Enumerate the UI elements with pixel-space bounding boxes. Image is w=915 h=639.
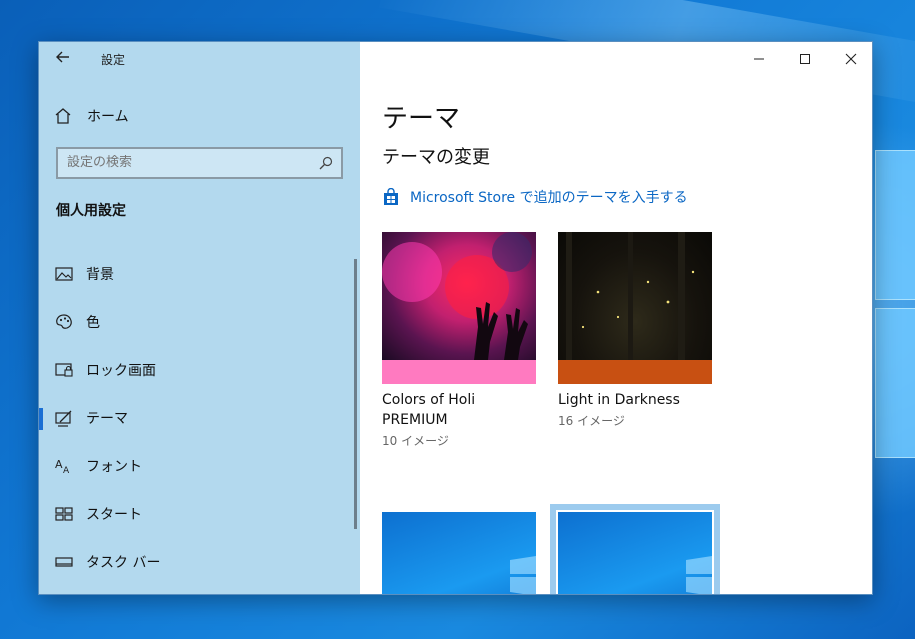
home-label: ホーム bbox=[87, 109, 129, 125]
section-title: 個人用設定 bbox=[56, 203, 126, 219]
theme-brush-icon bbox=[54, 408, 74, 428]
lock-screen-icon bbox=[54, 360, 74, 380]
start-icon bbox=[54, 504, 74, 524]
store-link[interactable]: Microsoft Store で追加のテーマを入手する bbox=[382, 187, 688, 207]
sidebar-item-background[interactable]: 背景 bbox=[39, 250, 360, 298]
theme-name: Light in Darkness bbox=[558, 392, 680, 408]
sidebar-item-label: テーマ bbox=[86, 411, 128, 427]
theme-card-light-in-darkness[interactable]: Light in Darkness 16 イメージ bbox=[558, 232, 712, 429]
page-title: テーマ bbox=[382, 104, 461, 134]
sidebar-item-fonts[interactable]: AA フォント bbox=[39, 442, 360, 490]
sidebar-item-theme[interactable]: テーマ bbox=[39, 394, 360, 442]
theme-thumbnail bbox=[558, 512, 712, 594]
maximize-button[interactable] bbox=[782, 42, 828, 76]
store-bag-icon bbox=[382, 187, 400, 206]
theme-thumbnail bbox=[382, 232, 536, 360]
page-subtitle: テーマの変更 bbox=[382, 147, 490, 168]
sidebar-item-color[interactable]: 色 bbox=[39, 298, 360, 346]
maximize-icon bbox=[800, 54, 810, 64]
theme-card-holi[interactable]: Colors of Holi PREMIUM 10 イメージ bbox=[382, 232, 536, 449]
sidebar-nav: 背景 色 ロック画面 テーマ A A フォント スタート タスク バー bbox=[39, 250, 360, 586]
sidebar-item-label: フォント bbox=[86, 459, 142, 475]
minimize-button[interactable] bbox=[736, 42, 782, 76]
back-button[interactable] bbox=[53, 49, 73, 69]
app-title: 設定 bbox=[101, 53, 126, 67]
svg-text:A: A bbox=[55, 458, 63, 471]
sidebar-item-taskbar[interactable]: タスク バー bbox=[39, 538, 360, 586]
sidebar-item-label: ロック画面 bbox=[86, 363, 156, 379]
store-link-label: Microsoft Store で追加のテーマを入手する bbox=[410, 190, 688, 206]
theme-thumbnail bbox=[382, 512, 536, 594]
sidebar-item-lock-screen[interactable]: ロック画面 bbox=[39, 346, 360, 394]
search-icon[interactable] bbox=[318, 155, 334, 171]
font-icon: AA bbox=[54, 456, 74, 476]
main-content: テーマ テーマの変更 Microsoft Store で追加のテーマを入手する bbox=[360, 42, 872, 594]
theme-image-count: 10 イメージ bbox=[382, 434, 449, 448]
svg-text:A: A bbox=[63, 466, 70, 476]
theme-name: Colors of Holi PREMIUM bbox=[382, 392, 476, 428]
theme-card-windows-selected[interactable] bbox=[550, 504, 720, 594]
theme-accent-swatch bbox=[382, 360, 536, 384]
taskbar-icon bbox=[54, 552, 74, 572]
sidebar-item-label: スタート bbox=[86, 507, 142, 523]
picture-icon bbox=[54, 264, 74, 284]
theme-thumbnail bbox=[558, 232, 712, 360]
search-input[interactable] bbox=[67, 155, 307, 170]
minimize-icon bbox=[754, 58, 764, 60]
theme-accent-swatch bbox=[558, 360, 712, 384]
theme-image-count: 16 イメージ bbox=[558, 414, 625, 428]
palette-icon bbox=[54, 312, 74, 332]
window-controls bbox=[736, 42, 872, 76]
windows-logo-desktop bbox=[875, 150, 915, 460]
sidebar-item-label: タスク バー bbox=[86, 555, 161, 571]
close-icon bbox=[845, 53, 857, 65]
search-box[interactable] bbox=[56, 147, 343, 179]
sidebar-item-label: 色 bbox=[86, 315, 100, 331]
close-button[interactable] bbox=[828, 42, 872, 76]
home-button[interactable]: ホーム bbox=[53, 104, 129, 128]
home-icon bbox=[53, 106, 73, 126]
back-arrow-icon bbox=[56, 51, 69, 63]
settings-window: 設定 ホーム 個人用設定 bbox=[38, 41, 873, 595]
title-row: 設定 bbox=[39, 42, 360, 76]
sidebar-item-label: 背景 bbox=[86, 267, 114, 283]
sidebar: 設定 ホーム 個人用設定 bbox=[39, 42, 360, 594]
sidebar-item-start[interactable]: スタート bbox=[39, 490, 360, 538]
sidebar-scrollbar[interactable] bbox=[354, 259, 357, 529]
theme-card-windows[interactable] bbox=[382, 512, 536, 594]
